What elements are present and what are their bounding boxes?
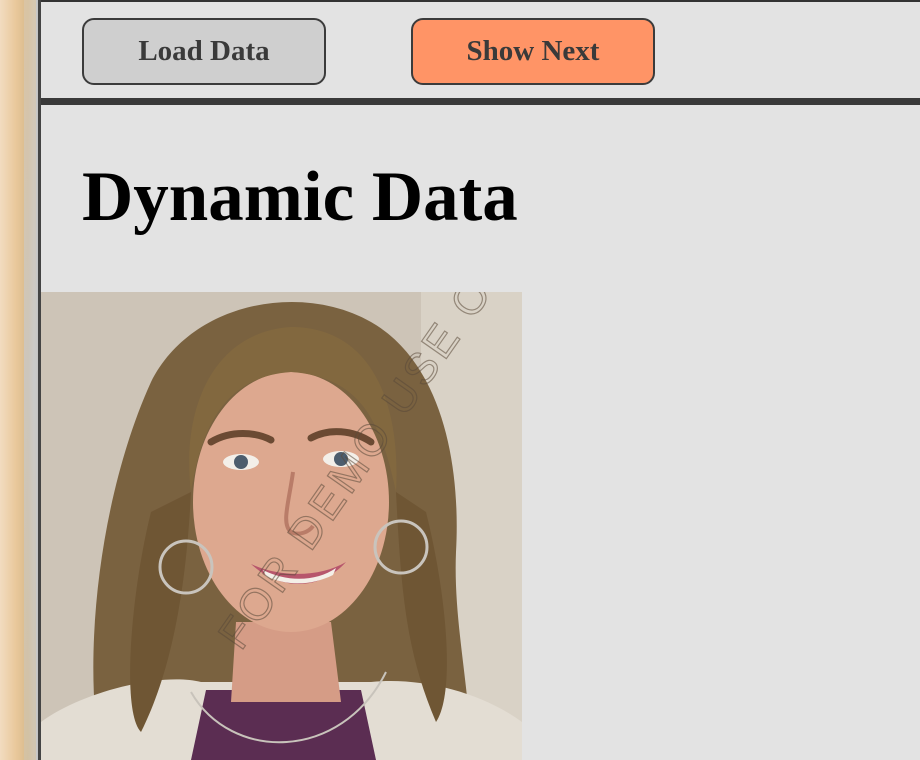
desktop-edge — [0, 0, 40, 760]
load-data-button[interactable]: Load Data — [82, 18, 326, 85]
show-next-button[interactable]: Show Next — [411, 18, 655, 85]
desktop-edge-stripe — [24, 0, 36, 760]
toolbar-divider — [41, 98, 920, 105]
portrait-photo: FOR DEMO USE ONLY — [41, 292, 522, 760]
page-title: Dynamic Data — [82, 158, 518, 236]
